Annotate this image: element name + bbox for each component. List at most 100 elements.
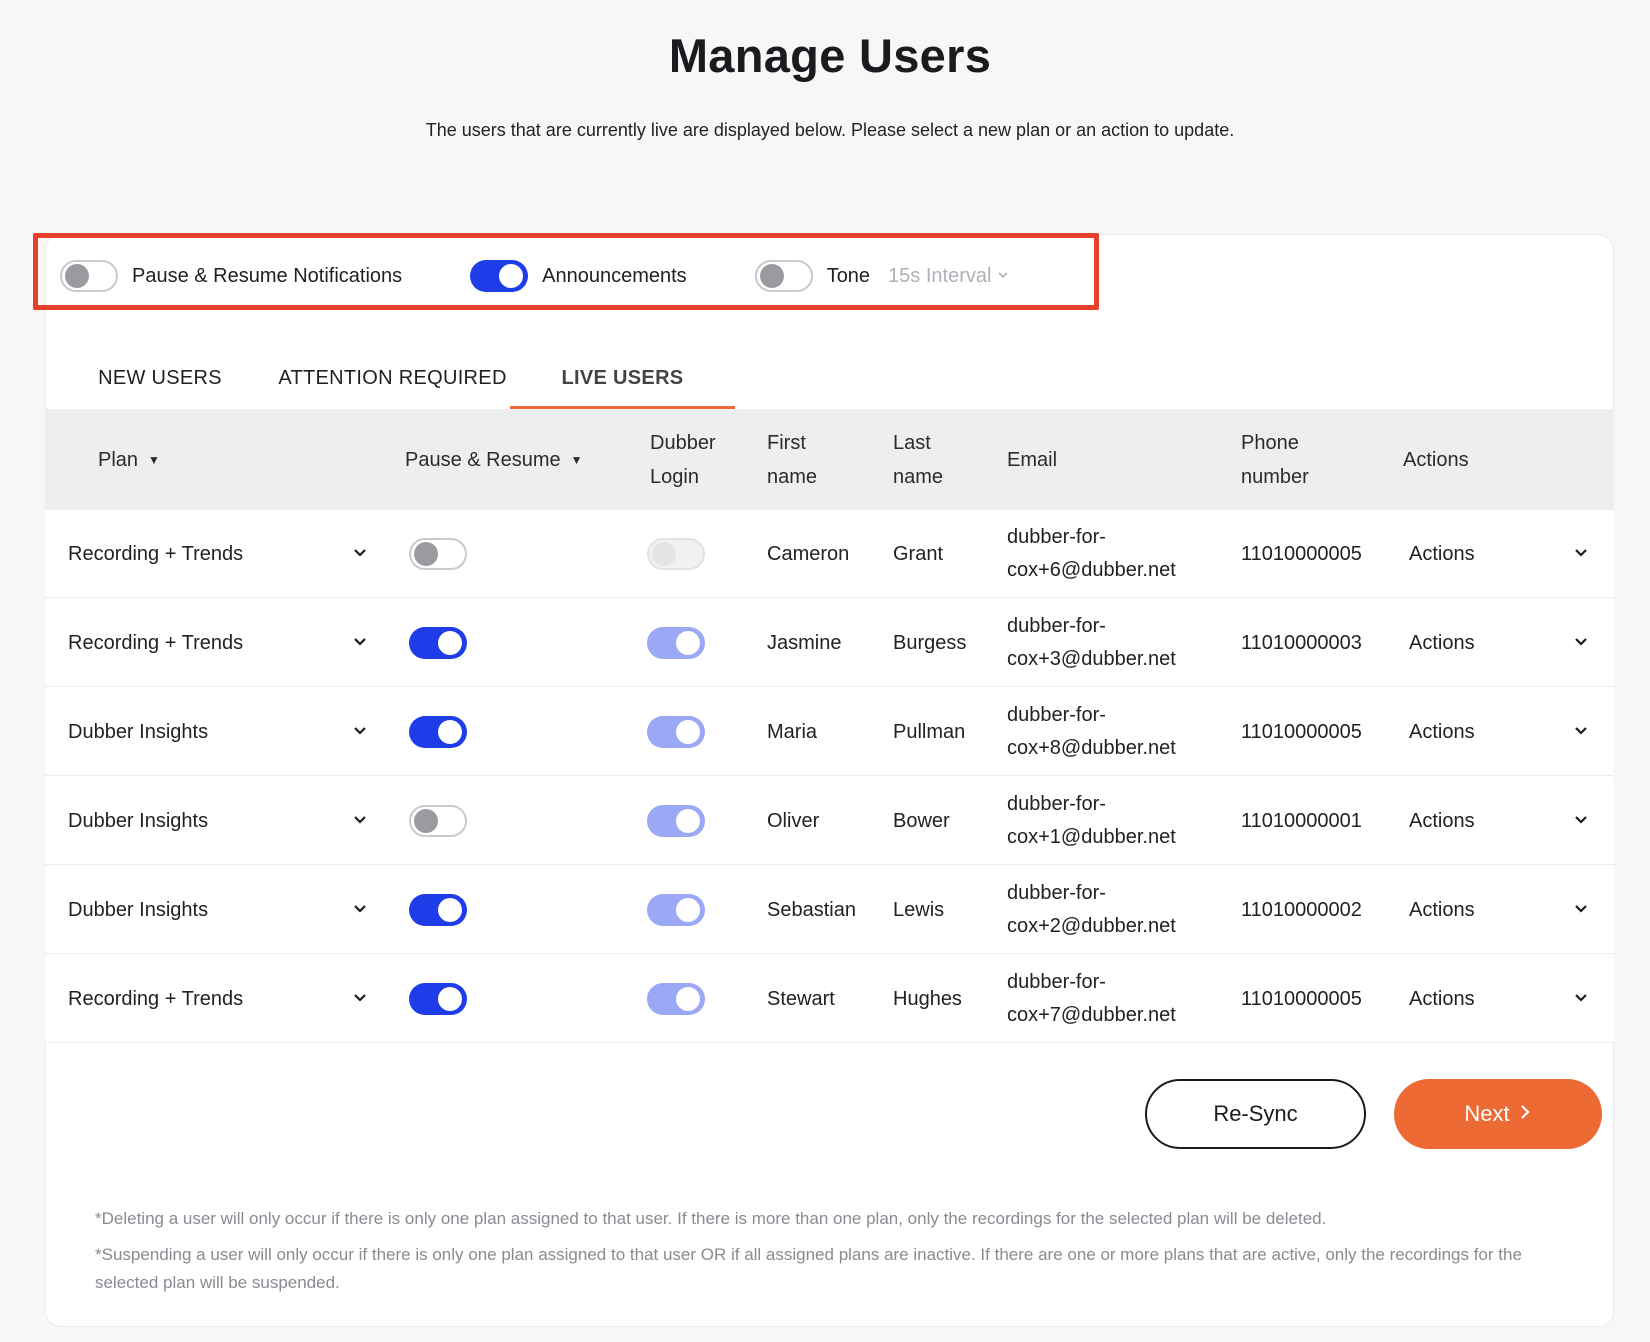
plan-value: Dubber Insights <box>68 809 209 832</box>
first-name-cell: Stewart <box>767 987 835 1010</box>
announcements-toggle[interactable] <box>470 260 529 292</box>
actions-dropdown[interactable]: Actions <box>1409 688 1589 776</box>
chevron-down-icon <box>1573 627 1589 660</box>
table-row: Recording + Trends Jasmine Burgess dubbe… <box>45 599 1614 687</box>
last-name-cell: Grant <box>893 542 944 565</box>
email-cell: dubber-for- cox+2@dubber.net <box>1007 866 1176 954</box>
pause-resume-toggle[interactable] <box>409 538 467 570</box>
toggle-knob <box>676 987 700 1011</box>
plan-select[interactable]: Dubber Insights <box>68 866 368 954</box>
plan-select[interactable]: Recording + Trends <box>68 510 368 598</box>
pause-resume-cell <box>409 955 467 1043</box>
column-header-plan[interactable]: Plan ▼ <box>98 409 160 510</box>
chevron-down-icon <box>352 983 368 1016</box>
email-cell: dubber-for- cox+1@dubber.net <box>1007 777 1176 865</box>
actions-label: Actions <box>1409 987 1475 1010</box>
pause-resume-toggle[interactable] <box>409 716 467 748</box>
actions-dropdown[interactable]: Actions <box>1409 866 1589 954</box>
email-line: dubber-for- <box>1007 615 1106 637</box>
actions-label: Actions <box>1409 720 1475 743</box>
dubber-login-toggle[interactable] <box>647 716 705 748</box>
chevron-down-icon <box>1573 716 1589 749</box>
actions-dropdown[interactable]: Actions <box>1409 955 1589 1043</box>
plan-select[interactable]: Dubber Insights <box>68 777 368 865</box>
first-name-cell: Sebastian <box>767 898 856 921</box>
column-header-first-name: First name <box>767 409 817 510</box>
column-header-dubber-login: Dubber Login <box>650 409 716 510</box>
plan-select[interactable]: Recording + Trends <box>68 599 368 687</box>
plan-value: Recording + Trends <box>68 542 244 565</box>
phone-number-cell: 11010000001 <box>1241 809 1362 832</box>
pause-resume-toggle[interactable] <box>409 627 467 659</box>
dubber-login-toggle[interactable] <box>647 894 705 926</box>
toggle-knob <box>438 987 462 1011</box>
dubber-login-cell <box>647 866 705 954</box>
email-line: dubber-for- <box>1007 526 1106 548</box>
toggle-knob <box>499 264 524 288</box>
toggle-knob <box>676 720 700 744</box>
toggle-knob <box>676 809 700 833</box>
email-line: dubber-for- <box>1007 793 1106 815</box>
column-header-label: First <box>767 431 806 454</box>
column-header-label: Login <box>650 465 699 488</box>
pause-resume-notifications-toggle[interactable] <box>60 260 118 292</box>
actions-dropdown[interactable]: Actions <box>1409 599 1589 687</box>
user-tabs: NEW USERS ATTENTION REQUIRED LIVE USERS <box>45 355 735 410</box>
actions-dropdown[interactable]: Actions <box>1409 510 1589 598</box>
chevron-down-icon <box>1573 894 1589 927</box>
pause-resume-cell <box>409 510 467 598</box>
chevron-down-icon <box>352 805 368 838</box>
pause-resume-cell <box>409 777 467 865</box>
tone-toggle[interactable] <box>754 260 813 292</box>
next-label: Next <box>1464 1101 1510 1126</box>
next-button[interactable]: Next <box>1394 1079 1602 1149</box>
column-header-label: Phone <box>1241 431 1299 454</box>
column-header-label: name <box>893 465 944 488</box>
email-cell: dubber-for- cox+6@dubber.net <box>1007 510 1176 598</box>
caret-down-icon: ▼ <box>570 452 583 467</box>
actions-label: Actions <box>1409 898 1475 921</box>
toggle-knob <box>676 898 700 922</box>
plan-select[interactable]: Dubber Insights <box>68 688 368 776</box>
pause-resume-cell <box>409 688 467 776</box>
column-header-label: Actions <box>1403 448 1469 471</box>
toggle-knob <box>414 809 438 833</box>
tone-interval-select[interactable]: 15s Interval <box>888 265 1009 288</box>
chevron-down-icon <box>997 268 1009 284</box>
dubber-login-toggle[interactable] <box>647 805 705 837</box>
table-row: Dubber Insights Oliver Bower dubber-for-… <box>45 777 1614 865</box>
dubber-login-toggle[interactable] <box>647 538 705 570</box>
pause-resume-notifications-setting: Pause & Resume Notifications <box>60 260 402 292</box>
tab-live-users[interactable]: LIVE USERS <box>510 355 735 410</box>
column-header-label: name <box>767 465 818 488</box>
table-header: Plan ▼ Pause & Resume ▼ Dubber Login Fir… <box>45 409 1614 510</box>
plan-value: Recording + Trends <box>68 987 244 1010</box>
first-name-cell: Oliver <box>767 809 820 832</box>
dubber-login-toggle[interactable] <box>647 983 705 1015</box>
column-header-label: Email <box>1007 448 1058 471</box>
dubber-login-toggle[interactable] <box>647 627 705 659</box>
chevron-right-icon <box>1518 1103 1532 1126</box>
tab-attention-required[interactable]: ATTENTION REQUIRED <box>275 355 510 410</box>
toggle-knob <box>65 264 89 288</box>
first-name-cell: Cameron <box>767 542 850 565</box>
plan-select[interactable]: Recording + Trends <box>68 955 368 1043</box>
resync-button[interactable]: Re-Sync <box>1145 1079 1366 1149</box>
table-row: Recording + Trends Cameron Grant dubber-… <box>45 510 1614 598</box>
pause-resume-toggle[interactable] <box>409 805 467 837</box>
last-name-cell: Bower <box>893 809 950 832</box>
actions-label: Actions <box>1409 809 1475 832</box>
actions-dropdown[interactable]: Actions <box>1409 777 1589 865</box>
pause-resume-toggle[interactable] <box>409 983 467 1015</box>
email-line: cox+8@dubber.net <box>1007 737 1176 759</box>
tab-new-users[interactable]: NEW USERS <box>45 355 275 410</box>
column-header-pause-resume[interactable]: Pause & Resume ▼ <box>405 409 583 510</box>
column-header-label: Pause & Resume <box>405 448 561 471</box>
pause-resume-toggle[interactable] <box>409 894 467 926</box>
last-name-cell: Pullman <box>893 720 966 743</box>
email-cell: dubber-for- cox+3@dubber.net <box>1007 599 1176 687</box>
chevron-down-icon <box>1573 983 1589 1016</box>
dubber-login-cell <box>647 955 705 1043</box>
column-header-actions: Actions <box>1403 409 1469 510</box>
chevron-down-icon <box>352 894 368 927</box>
